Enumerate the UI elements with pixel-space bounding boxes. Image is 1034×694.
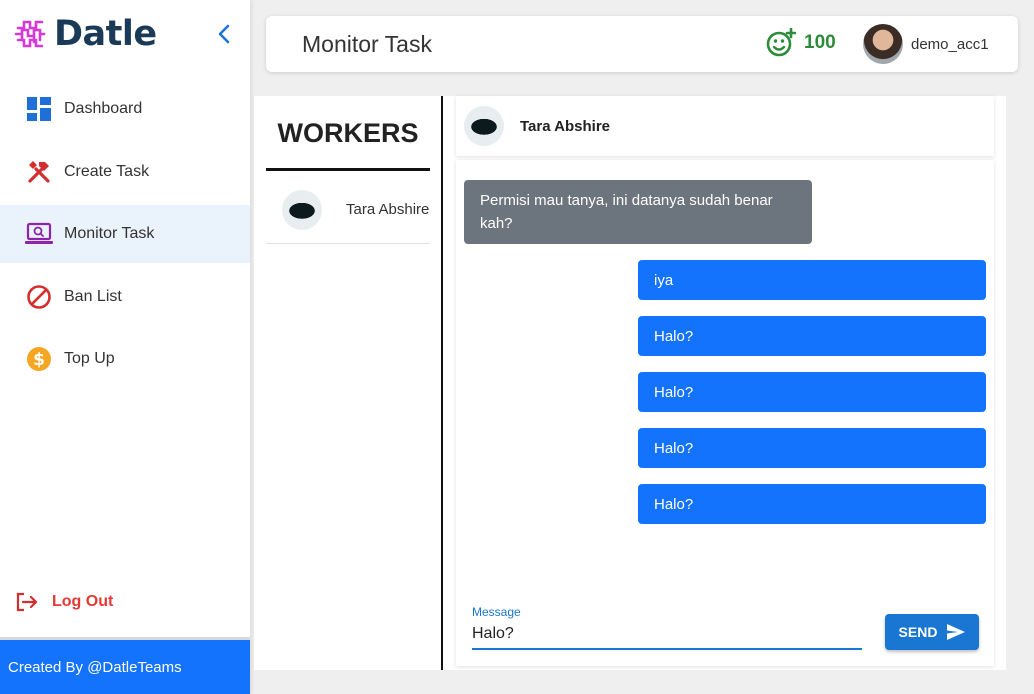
workers-title: WORKERS: [277, 118, 419, 148]
avatar: [863, 24, 903, 64]
app-logo[interactable]: Datle: [12, 14, 157, 54]
page-title: Monitor Task: [302, 31, 432, 57]
points-value: 100: [804, 32, 836, 53]
contact-name: Tara Abshire: [520, 117, 611, 135]
outgoing-message: Halo?: [638, 428, 986, 468]
monitor-panel: WORKERS Tara Abshire Tara Abshire Permis…: [254, 96, 1006, 670]
chevron-left-icon: [218, 24, 230, 44]
tools-icon: [24, 157, 54, 187]
sidebar-item-create-task[interactable]: Create Task: [0, 143, 250, 201]
send-button[interactable]: SEND: [885, 614, 979, 650]
sidebar-item-label: Top Up: [64, 350, 115, 367]
logout-label: Log Out: [52, 593, 114, 610]
panel-divider: [441, 96, 443, 670]
sidebar-item-label: Create Task: [64, 162, 150, 180]
dollar-icon: $: [24, 344, 54, 374]
top-header: Monitor Task 100 demo_acc1: [266, 16, 1018, 72]
sidebar-item-label: Dashboard: [64, 100, 143, 117]
workers-title-underline: [266, 168, 430, 171]
chat-messages: Permisi mau tanya, ini datanya sudah ben…: [456, 160, 994, 666]
contact-avatar: [464, 106, 504, 146]
worker-list-item[interactable]: Tara Abshire: [266, 176, 430, 244]
smiley-plus-icon: [766, 28, 796, 57]
sidebar-item-top-up[interactable]: $ Top Up: [0, 330, 250, 388]
ban-icon: [24, 282, 54, 312]
outgoing-message: Halo?: [638, 372, 986, 412]
outgoing-message: Halo?: [638, 484, 986, 524]
outgoing-message: Halo?: [638, 316, 986, 356]
message-field-label: Message: [472, 605, 521, 619]
points-indicator: 100: [766, 28, 836, 58]
sidebar-item-monitor-task[interactable]: Monitor Task: [0, 205, 250, 263]
footer-credit: Created By @DatleTeams: [0, 637, 250, 694]
svg-text:$: $: [33, 350, 45, 370]
worker-avatar: [282, 189, 322, 230]
incoming-message: Permisi mau tanya, ini datanya sudah ben…: [464, 180, 812, 244]
collapse-sidebar-button[interactable]: [214, 22, 234, 46]
message-input[interactable]: [472, 620, 862, 650]
send-label: SEND: [898, 624, 938, 640]
send-icon: [947, 624, 966, 640]
logout-icon: [16, 592, 38, 612]
outgoing-message: iya: [638, 260, 986, 300]
user-menu[interactable]: demo_acc1: [863, 24, 989, 64]
username: demo_acc1: [911, 35, 989, 53]
app-name: Datle: [54, 14, 157, 54]
sidebar-item-dashboard[interactable]: Dashboard: [0, 80, 250, 138]
sidebar-item-label: Monitor Task: [64, 225, 155, 242]
dashboard-icon: [24, 94, 54, 124]
sidebar-item-ban-list[interactable]: Ban List: [0, 268, 250, 326]
sidebar-nav: Dashboard Create Task Monitor Task Ban L…: [0, 80, 250, 393]
brain-logo-icon: [14, 20, 46, 48]
chat-header: Tara Abshire: [456, 96, 994, 156]
sidebar: Datle Dashboard Create Task Monitor Task: [0, 0, 250, 694]
logout-button[interactable]: Log Out: [14, 590, 113, 614]
worker-name: Tara Abshire: [346, 201, 430, 218]
sidebar-item-label: Ban List: [64, 287, 122, 305]
laptop-search-icon: [24, 219, 54, 249]
